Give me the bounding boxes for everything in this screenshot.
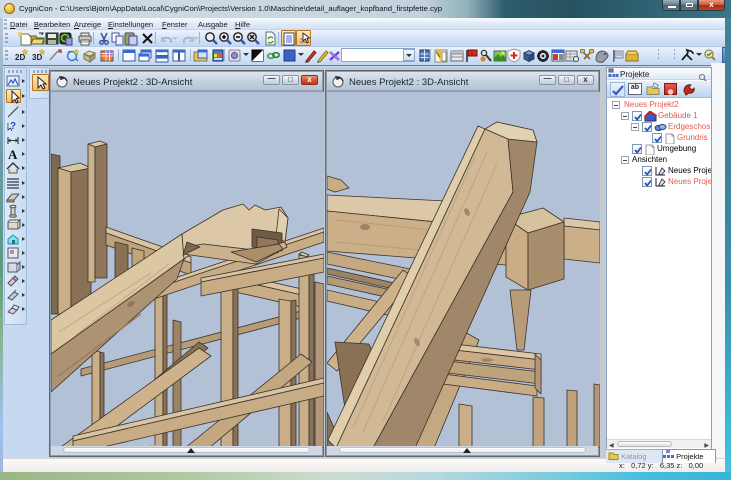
- svg-text:3D: 3D: [32, 53, 42, 62]
- svg-text:?: ?: [10, 121, 16, 132]
- svg-text:A: A: [8, 147, 18, 161]
- svg-text:2D: 2D: [15, 53, 25, 62]
